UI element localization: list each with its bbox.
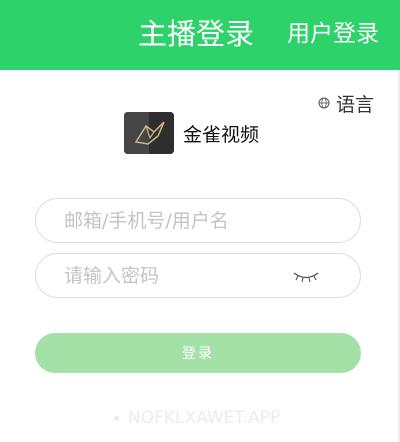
domain-text: NOFKLXAWET.APP xyxy=(128,408,281,428)
login-page: 主播登录 用户登录 语言 金雀视频 邮箱/手机号/用户名 登录 NOFKLXAW… xyxy=(0,0,400,442)
bullet-dot xyxy=(114,415,119,421)
domain-footer: NOFKLXAWET.APP xyxy=(114,408,280,428)
password-field xyxy=(35,253,361,298)
bird-logo-icon xyxy=(124,112,174,154)
brand: 金雀视频 xyxy=(124,112,259,154)
account-field xyxy=(35,198,361,243)
login-button[interactable]: 登录 xyxy=(35,333,361,373)
eye-closed-icon[interactable] xyxy=(291,268,321,284)
language-label: 语言 xyxy=(336,93,375,116)
tab-streamer-login[interactable]: 主播登录 xyxy=(138,14,254,54)
globe-icon xyxy=(318,97,330,109)
language-switcher[interactable]: 语言 xyxy=(318,90,374,116)
password-input[interactable] xyxy=(36,255,276,296)
account-input[interactable] xyxy=(36,200,276,241)
app-name: 金雀视频 xyxy=(183,123,260,146)
header-bar: 主播登录 用户登录 xyxy=(0,0,400,70)
tab-user-login[interactable]: 用户登录 xyxy=(287,17,379,51)
